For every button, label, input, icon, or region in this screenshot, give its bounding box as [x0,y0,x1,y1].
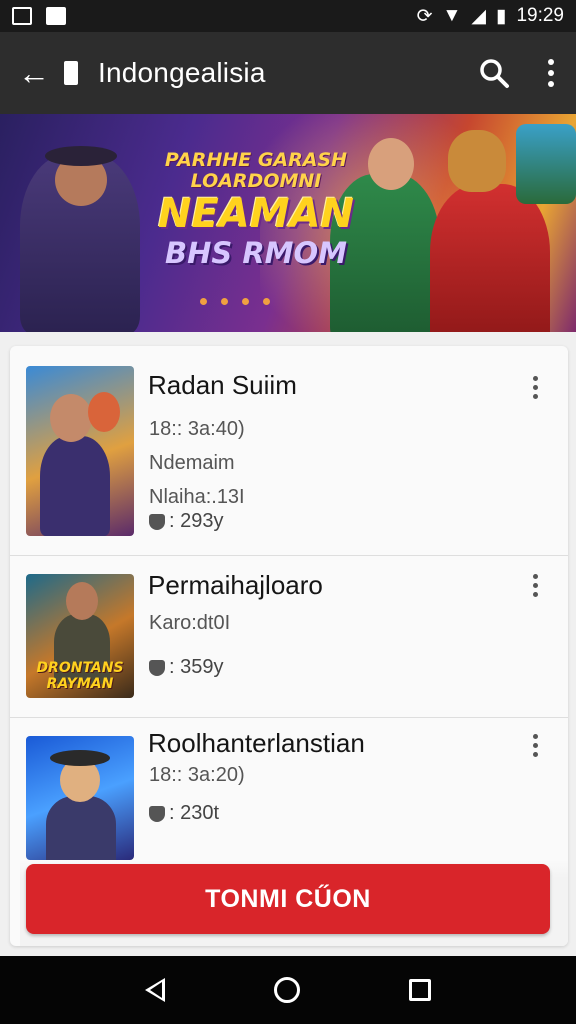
banner-hero-red [430,184,550,332]
system-nav-bar [0,956,576,1024]
game-thumbnail: DRONTANS RAYMAN [26,574,134,698]
game-meta: Nlaiha:.13I [149,486,245,508]
tag-icon [149,659,165,676]
back-arrow-icon[interactable]: ← [18,57,50,89]
alarm-icon: ⟳ [416,5,433,27]
game-meta: Ndemaim [149,452,235,474]
primary-action-button[interactable]: TONMI CŰON [26,864,550,934]
game-title: Radan Suiim [148,370,297,400]
search-icon[interactable] [478,57,510,89]
thumbnail-caption: DRONTANS RAYMAN [36,660,124,692]
app-bar: ← Indongealisia [0,32,576,114]
rating-value: : 293y [169,510,224,532]
banner-title: PARHHE GARASH LOARDOMNI NEAMAN BHS RMOM [156,150,356,270]
more-vert-icon[interactable] [528,574,542,597]
more-vert-icon[interactable] [528,734,542,757]
status-time: 19:29 [516,5,564,26]
banner-hero-right [516,124,576,204]
more-vert-icon[interactable] [544,59,558,87]
carousel-dots[interactable] [200,298,270,305]
banner-line-4: BHS RMOM [164,236,348,270]
banner-line-1: PARHHE GARASH [164,149,348,171]
tag-icon [149,513,165,530]
game-meta: 18:: 3a:40) [149,418,245,440]
game-title: Roolhanterlanstian [148,728,365,758]
image-icon [12,7,32,25]
page-title: Indongealisia [98,57,266,88]
game-title: Permaihajloaro [148,570,323,600]
banner-line-3: NEAMAN [158,191,354,237]
list-item[interactable]: Radan Suiim 18:: 3a:40) Ndemaim Nlaiha:.… [10,346,568,556]
game-thumbnail [26,736,134,860]
more-vert-icon[interactable] [528,376,542,399]
game-rating: : 293y [149,510,223,533]
nav-recents-icon[interactable] [409,979,432,1001]
message-icon [46,7,66,25]
game-meta: 18:: 3a:20) [149,764,245,786]
rating-value: : 230t [169,802,220,824]
game-rating: : 230t [149,802,219,825]
signal-icon: ◢ [471,5,486,27]
nav-back-icon[interactable] [144,978,165,1002]
status-bar: ⟳ ▼ ◢ ▮ 19:29 [0,0,576,32]
rating-value: : 359y [169,656,224,678]
document-icon [64,61,78,85]
nav-home-icon[interactable] [273,977,300,1003]
list-item[interactable]: DRONTANS RAYMAN Permaihajloaro Karo:dt0I… [10,556,568,718]
game-list: Radan Suiim 18:: 3a:40) Ndemaim Nlaiha:.… [10,346,568,946]
promo-banner[interactable]: PARHHE GARASH LOARDOMNI NEAMAN BHS RMOM [0,114,576,332]
tag-icon [149,805,165,822]
game-thumbnail [26,366,134,536]
game-rating: : 359y [149,656,223,679]
list-item[interactable]: Roolhanterlanstian 18:: 3a:20) : 230t [10,718,568,878]
battery-icon: ▮ [495,5,507,27]
game-meta: Karo:dt0I [149,612,231,634]
wifi-icon: ▼ [442,5,462,26]
content-area: Radan Suiim 18:: 3a:40) Ndemaim Nlaiha:.… [0,332,576,956]
banner-line-2: LOARDOMNI [190,170,322,192]
